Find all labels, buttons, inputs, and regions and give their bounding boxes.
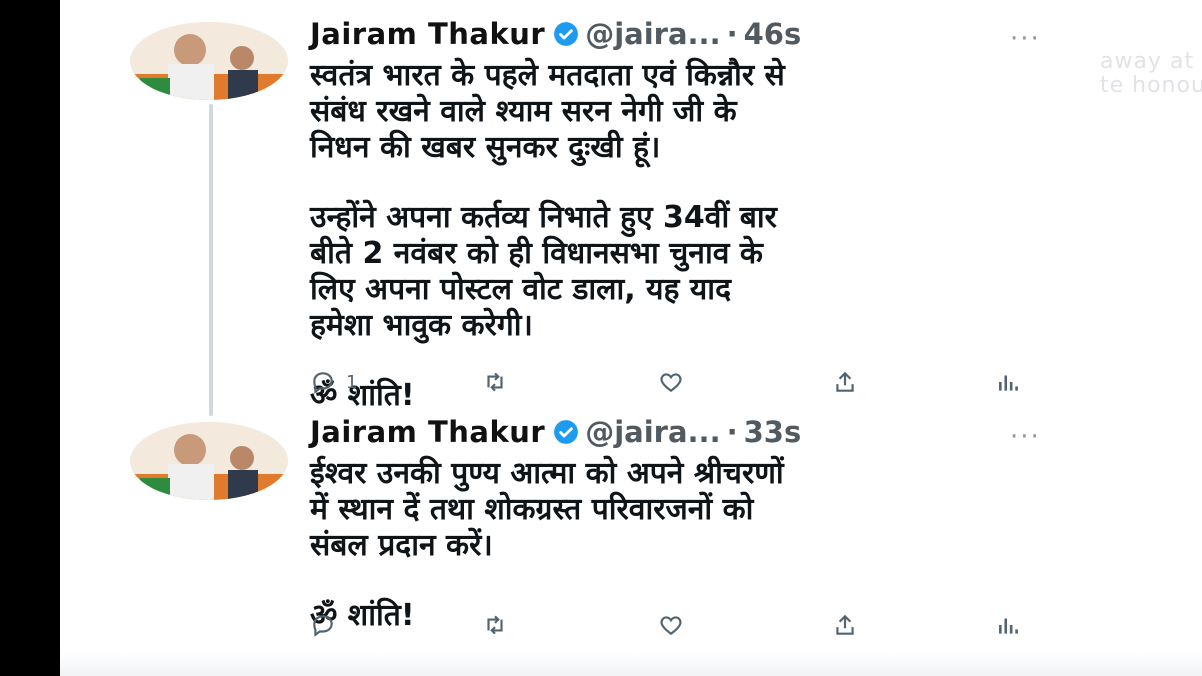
timestamp[interactable]: 46s (744, 17, 802, 51)
like-button[interactable] (658, 612, 684, 638)
analytics-icon (999, 618, 1018, 634)
verified-icon (554, 420, 579, 444)
background-bleed-text: away at h te honour (1100, 50, 1202, 98)
bleed-line-2: te honour (1100, 73, 1202, 98)
thread-connector-line (209, 104, 213, 416)
tweet-text: स्वतंत्र भारत के पहले मतदाता एवं किन्नौर… (310, 58, 1070, 414)
more-options-icon[interactable]: ··· (1010, 24, 1041, 54)
author-handle[interactable]: @jaira... (585, 415, 720, 449)
separator-dot: · (726, 415, 738, 449)
reply-button[interactable]: 1 (310, 369, 357, 395)
tweet-paragraph: उन्होंने अपना कर्तव्य निभाते हुए 34वीं ब… (310, 200, 777, 343)
author-name[interactable]: Jairam Thakur (310, 17, 545, 51)
share-icon (836, 371, 854, 392)
tweet-text: ईश्वर उनकी पुण्य आत्मा को अपने श्रीचरणों… (310, 456, 1070, 634)
retweet-button[interactable] (482, 369, 508, 395)
tweet-actions (310, 612, 1050, 638)
tweet-actions: 1 (310, 369, 1050, 395)
reply-icon (313, 615, 333, 637)
like-icon (660, 616, 682, 635)
retweet-icon (487, 615, 503, 635)
like-icon (660, 373, 682, 392)
tweet-header: Jairam Thakur @jaira... · 33s (310, 415, 1070, 449)
tweet-thread: away at h te honour Jairam Thakur @jaira… (60, 0, 1202, 676)
reply-count: 1 (346, 371, 358, 393)
footer-fade (60, 652, 1202, 676)
share-button[interactable] (832, 369, 858, 395)
avatar[interactable] (130, 22, 288, 100)
more-options-icon[interactable]: ··· (1010, 422, 1041, 452)
analytics-button[interactable] (996, 369, 1022, 395)
retweet-button[interactable] (482, 612, 508, 638)
reply-button[interactable] (310, 612, 346, 638)
tweet-paragraph: ईश्वर उनकी पुण्य आत्मा को अपने श्रीचरणों… (310, 456, 784, 563)
share-button[interactable] (832, 612, 858, 638)
share-icon (836, 614, 854, 635)
reply-icon (313, 372, 333, 394)
avatar[interactable] (130, 422, 288, 500)
separator-dot: · (726, 17, 738, 51)
verified-icon (554, 22, 579, 46)
retweet-icon (487, 372, 503, 392)
author-handle[interactable]: @jaira... (585, 17, 720, 51)
analytics-icon (999, 375, 1018, 391)
analytics-button[interactable] (996, 612, 1022, 638)
tweet-paragraph: स्वतंत्र भारत के पहले मतदाता एवं किन्नौर… (310, 58, 785, 165)
author-name[interactable]: Jairam Thakur (310, 415, 545, 449)
tweet-header: Jairam Thakur @jaira... · 46s (310, 17, 1070, 51)
like-button[interactable] (658, 369, 684, 395)
timestamp[interactable]: 33s (744, 415, 802, 449)
bleed-line-1: away at h (1100, 49, 1202, 74)
